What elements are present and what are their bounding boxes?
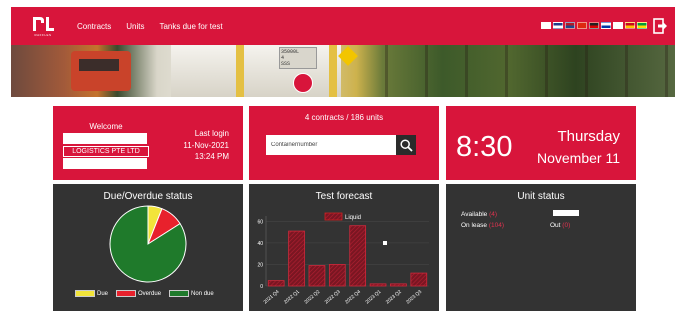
rl-logo-icon	[33, 17, 54, 31]
search-button[interactable]	[396, 135, 416, 155]
last-login-label: Last login	[194, 129, 229, 138]
flag-fr-icon[interactable]	[553, 22, 563, 29]
flag-ru-icon[interactable]	[601, 22, 611, 29]
contracts-summary: 4 contracts / 186 units	[304, 113, 384, 122]
hazard-sign-icon	[338, 46, 358, 66]
banner-tank-plate: 35000L 4 SSS	[279, 47, 317, 69]
flag-kr-icon[interactable]	[541, 22, 551, 29]
on-lease-count: (104)	[488, 222, 505, 229]
cursor-marker	[383, 241, 387, 245]
legend-swatch-liquid	[324, 212, 343, 221]
flag-de-icon[interactable]	[589, 22, 599, 29]
last-login-time: 13:24 PM	[194, 152, 229, 161]
brand-sub: RAFFLES	[34, 33, 52, 37]
nav-units[interactable]: Units	[126, 22, 144, 31]
bar-2023-q2[interactable]	[390, 283, 407, 287]
legend-swatch-overdue	[116, 290, 137, 297]
flag-jp-icon[interactable]	[613, 22, 623, 29]
welcome-title: Welcome	[89, 122, 123, 131]
bar-2022-q2[interactable]	[308, 265, 326, 287]
last-login-date: 11-Nov-2021	[183, 141, 229, 150]
legend-swatch-non-due	[169, 290, 190, 297]
pie-legend: Due Overdue Non due	[75, 290, 220, 297]
redacted-field	[63, 158, 147, 169]
unit-out[interactable]: Out (0)	[550, 222, 570, 229]
banner-frame-left	[236, 45, 244, 97]
nav-tanks-due-for-test[interactable]: Tanks due for test	[159, 22, 222, 31]
company-name: LOGISTICS PTE LTD	[63, 146, 149, 157]
unit-available[interactable]: Available (4)	[461, 211, 497, 218]
flag-es-icon[interactable]	[625, 22, 635, 29]
y-tick-label: 60	[257, 219, 263, 225]
nav-contracts[interactable]: Contracts	[77, 22, 111, 31]
welcome-card: Welcome LOGISTICS PTE LTD Last login 11-…	[53, 106, 243, 180]
banner-frame-right	[329, 45, 337, 97]
banner-logo-badge	[293, 73, 313, 93]
brand-logo[interactable]: RAFFLES	[25, 13, 61, 39]
x-tick-label: 2022 Q2	[303, 289, 321, 306]
legend-swatch-due	[75, 290, 95, 297]
header-banner-image: 35000L 4 SSS	[11, 45, 675, 97]
clock-card: 8:30 Thursday November 11	[446, 106, 636, 180]
x-tick-label: 2021 Q4	[263, 289, 281, 306]
contracts-card: 4 contracts / 186 units	[249, 106, 439, 180]
banner-trees	[371, 45, 675, 97]
clock-time: 8:30	[456, 131, 513, 163]
x-tick-label: 2022 Q3	[324, 289, 342, 306]
y-tick-label: 40	[257, 241, 263, 247]
bar-2022-q4[interactable]	[349, 225, 367, 287]
bar-2023-q3[interactable]	[410, 272, 428, 287]
y-tick-label: 20	[257, 262, 263, 268]
out-label: Out	[550, 222, 561, 229]
available-count: (4)	[489, 211, 498, 218]
redacted-field	[63, 133, 147, 144]
out-count: (0)	[562, 222, 571, 229]
legend-label-overdue: Overdue	[138, 290, 162, 297]
bar-2022-q1[interactable]	[288, 230, 305, 287]
x-tick-label: 2022 Q1	[283, 289, 301, 306]
bar-2021-q4[interactable]	[267, 280, 285, 287]
bar-2022-q3[interactable]	[328, 264, 346, 287]
legend-label-liquid: Liquid	[345, 215, 361, 221]
unit-on-lease[interactable]: On lease (104)	[461, 222, 504, 229]
dashboard-page: RAFFLES Contracts Units Tanks due for te…	[0, 0, 684, 311]
x-tick-label: 2023 Q3	[405, 289, 423, 306]
legend-label-non-due: Non due	[191, 290, 214, 297]
banner-truck	[71, 51, 131, 91]
flag-br-icon[interactable]	[637, 22, 647, 29]
logout-icon[interactable]	[653, 18, 667, 34]
test-forecast-panel: Test forecast Liquid 0 20 40 60 2021 Q4 2022 Q…	[249, 184, 439, 311]
due-overdue-panel: Due/Overdue status Due Overdue Non due	[53, 184, 243, 311]
unit-status-title: Unit status	[517, 191, 565, 202]
bar-2023-q1[interactable]	[369, 283, 387, 287]
clock-weekday: Thursday	[557, 128, 620, 145]
plate-line: SSS	[281, 61, 291, 67]
unit-status-panel: Unit status Available (4) On lease (104)…	[446, 184, 636, 311]
flag-nl-icon[interactable]	[565, 22, 575, 29]
clock-date: November 11	[536, 150, 620, 166]
redacted-field	[553, 210, 579, 216]
y-tick-label: 0	[260, 284, 263, 290]
test-forecast-bar-chart: Liquid02040602021 Q4 2022 Q1 2022 Q2 2022 Q…	[257, 212, 429, 306]
x-tick-label: 2022 Q4	[344, 289, 362, 306]
on-lease-label: On lease	[461, 222, 488, 229]
x-tick-label: 2023 Q1	[364, 289, 382, 306]
language-selector	[541, 22, 647, 29]
main-nav: Contracts Units Tanks due for test	[77, 22, 238, 31]
x-tick-label: 2023 Q2	[385, 289, 403, 306]
container-search-input[interactable]	[266, 135, 396, 155]
flag-cn-icon[interactable]	[577, 22, 587, 29]
top-nav-bar: RAFFLES Contracts Units Tanks due for te…	[11, 7, 675, 45]
search-icon	[399, 138, 413, 152]
legend-label-due: Due	[97, 290, 109, 297]
available-label: Available	[461, 211, 488, 218]
